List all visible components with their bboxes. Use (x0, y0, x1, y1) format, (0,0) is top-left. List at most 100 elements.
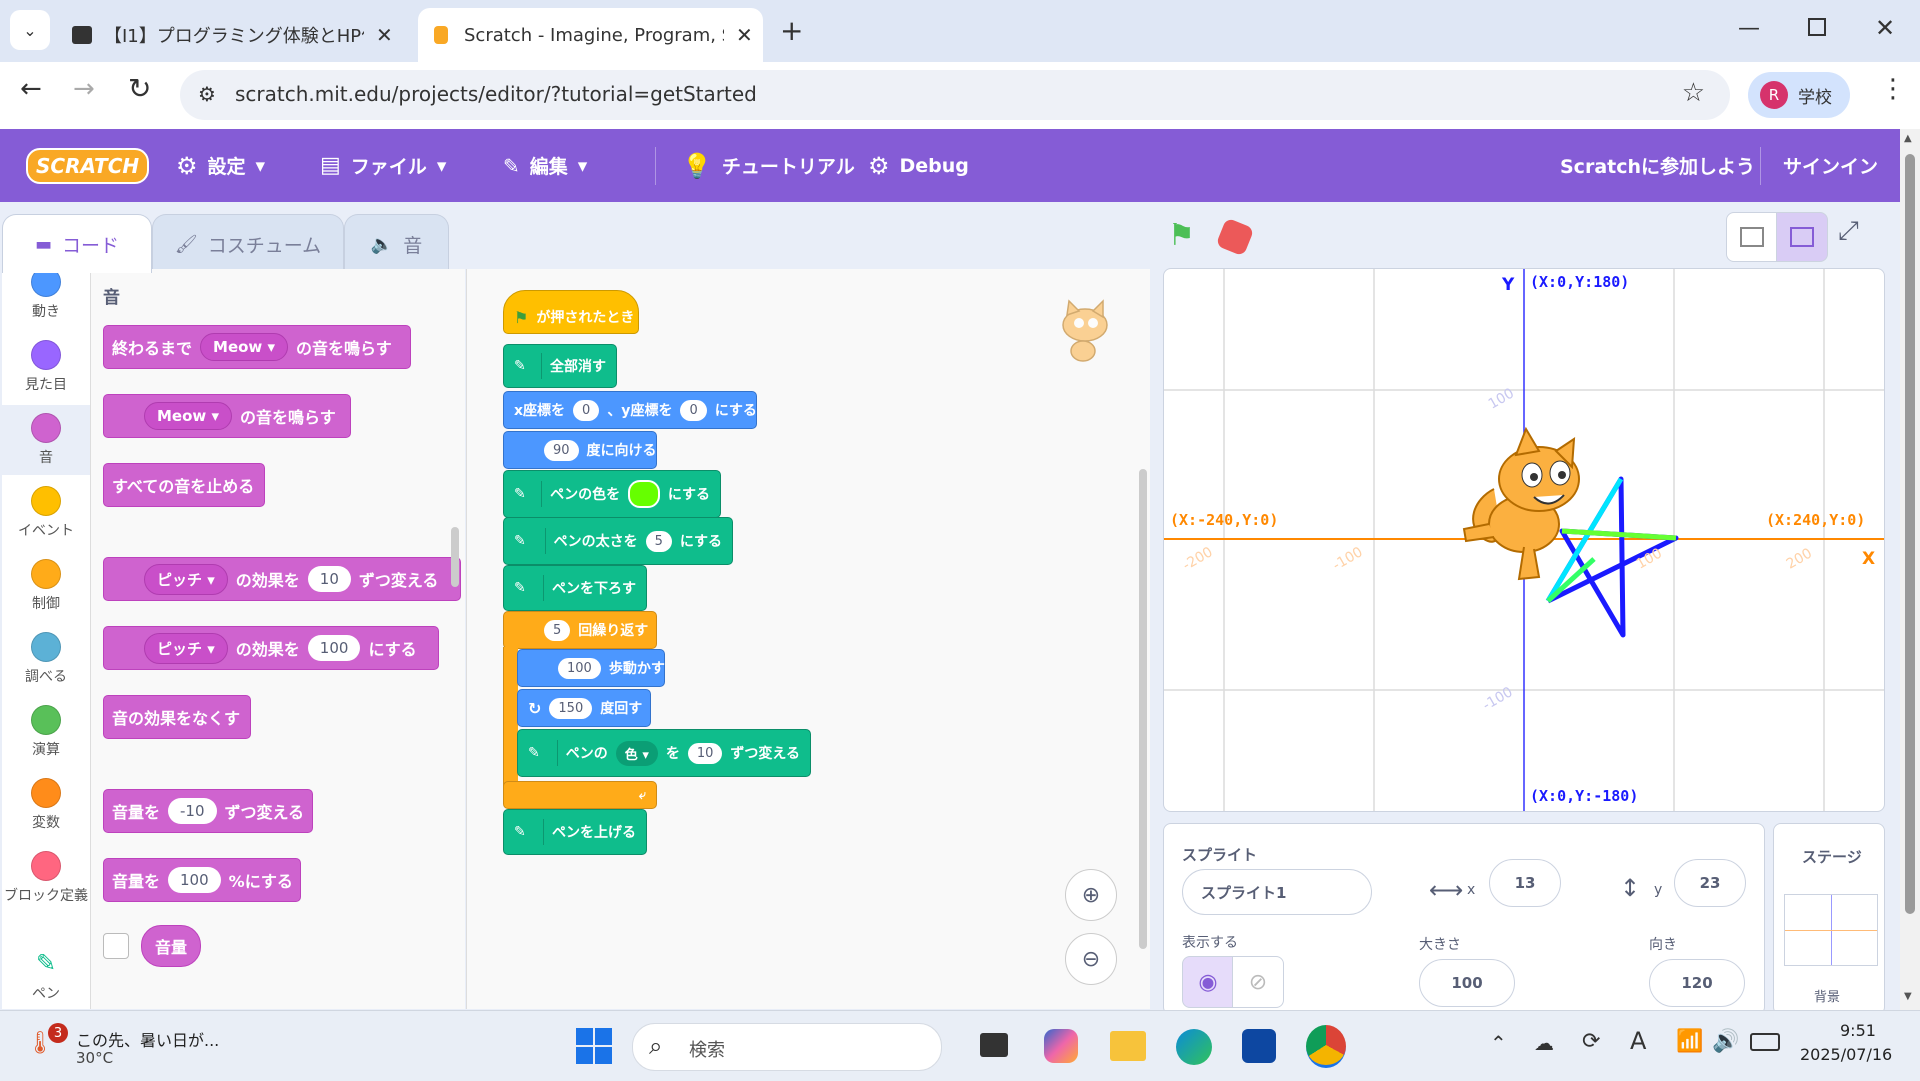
number-input[interactable]: -10 (168, 798, 217, 824)
browser-menu-icon[interactable]: ⋮ (1880, 74, 1906, 104)
volume-reporter-block[interactable]: 音量 (141, 925, 201, 967)
close-tab-icon[interactable]: ✕ (376, 23, 393, 47)
tab-code[interactable]: ▬ コード (2, 214, 152, 273)
weather-widget[interactable]: 🌡 3 この先、暑い日が... 30°C (26, 1023, 246, 1071)
category-variables[interactable]: 変数 (2, 778, 90, 832)
number-input[interactable]: 100 (168, 867, 221, 893)
task-view-icon[interactable] (980, 1033, 1008, 1057)
palette-scrollbar-thumb[interactable] (451, 527, 459, 587)
edge-icon[interactable] (1176, 1029, 1212, 1065)
show-hidden-icons[interactable]: ⌃ (1490, 1031, 1507, 1055)
change-effect-block[interactable]: ピッチ ▾ の効果を 10 ずつ変える (103, 557, 461, 601)
forward-button[interactable]: → (73, 74, 95, 104)
chrome-icon[interactable] (1306, 1025, 1346, 1068)
sound-dropdown[interactable]: Meow ▾ (200, 333, 289, 361)
scroll-down-arrow-icon[interactable]: ▼ (1904, 991, 1912, 1002)
pen-down-block[interactable]: ✎ ペンを下ろす (503, 565, 647, 611)
number-input[interactable]: 0 (680, 399, 707, 421)
number-input[interactable]: 5 (645, 530, 672, 552)
category-events[interactable]: イベント (2, 486, 90, 540)
small-stage-button[interactable] (1726, 212, 1778, 262)
browser-tab-1[interactable]: 【I1】プログラミング体験とHP作成実 ✕ (60, 8, 405, 62)
scroll-up-arrow-icon[interactable]: ▲ (1904, 133, 1912, 144)
number-input[interactable]: 10 (307, 566, 351, 592)
number-input[interactable]: 5 (544, 619, 571, 641)
category-sound[interactable]: 音 (2, 405, 90, 475)
set-pen-color-block[interactable]: ✎ ペンの色を にする (503, 470, 721, 518)
wifi-icon[interactable]: 📶 (1676, 1029, 1703, 1054)
close-window-button[interactable]: ✕ (1875, 14, 1895, 42)
back-button[interactable]: ← (20, 74, 42, 104)
change-volume-block[interactable]: 音量を -10 ずつ変える (103, 789, 313, 833)
bookmark-star-icon[interactable]: ☆ (1682, 78, 1705, 108)
size-input[interactable]: 100 (1419, 959, 1515, 1007)
restore-button[interactable] (1808, 18, 1826, 36)
when-flag-clicked-block[interactable]: ⚑ が押されたとき (503, 290, 639, 334)
debug-button[interactable]: ⚙ Debug (868, 129, 969, 202)
set-effect-block[interactable]: ピッチ ▾ の効果を 100 にする (103, 626, 439, 670)
fullscreen-button[interactable]: ⤢ (1838, 216, 1859, 247)
category-pen[interactable]: ✎ ペン (2, 949, 90, 1003)
taskbar-search[interactable]: ⌕ 検索 (632, 1023, 942, 1071)
volume-icon[interactable]: 🔊 (1712, 1029, 1739, 1054)
sprite-name-input[interactable]: スプライト1 (1182, 869, 1372, 915)
color-swatch[interactable] (628, 480, 660, 508)
clock-time[interactable]: 9:51 (1840, 1021, 1876, 1040)
number-input[interactable]: 0 (573, 399, 600, 421)
page-scrollbar[interactable]: ▲ ▼ (1900, 129, 1920, 1010)
scratch-logo[interactable]: SCRATCH (26, 129, 150, 202)
zoom-in-button[interactable]: ⊕ (1065, 869, 1117, 921)
edit-menu[interactable]: ✎ 編集 ▾ (503, 129, 587, 202)
join-scratch-link[interactable]: Scratchに参加しよう (1560, 129, 1755, 202)
point-in-direction-block[interactable]: 90 度に向ける (503, 431, 657, 469)
effect-dropdown[interactable]: ピッチ ▾ (144, 632, 228, 664)
large-stage-button[interactable] (1776, 212, 1828, 262)
volume-monitor-checkbox[interactable] (103, 933, 129, 959)
stop-button[interactable] (1215, 217, 1255, 257)
category-operators[interactable]: 演算 (2, 705, 90, 759)
store-icon[interactable] (1242, 1029, 1276, 1063)
tab-sounds[interactable]: 🔈 音 (344, 214, 449, 273)
number-input[interactable]: 90 (544, 439, 579, 461)
battery-icon[interactable] (1750, 1033, 1780, 1051)
ime-icon[interactable]: A (1630, 1027, 1646, 1055)
clock-date[interactable]: 2025/07/16 (1800, 1045, 1892, 1064)
number-input[interactable]: 100 (558, 657, 601, 679)
stage-selector-pane[interactable]: ステージ 背景 (1773, 823, 1885, 1015)
move-steps-block[interactable]: 100 歩動かす (517, 649, 665, 687)
stage-thumbnail[interactable] (1784, 894, 1878, 966)
sound-dropdown[interactable]: Meow ▾ (144, 402, 233, 430)
script-area[interactable]: ⚑ が押されたとき ✎ 全部消す x座標を 0 、y座標を 0 にする 90 度… (466, 269, 1150, 1009)
number-input[interactable]: 100 (307, 635, 361, 661)
pen-up-block[interactable]: ✎ ペンを上げる (503, 809, 647, 855)
tab-costumes[interactable]: 🖌 コスチューム (152, 214, 344, 273)
sync-icon[interactable]: ⟳ (1582, 1029, 1600, 1054)
set-pen-size-block[interactable]: ✎ ペンの太さを 5 にする (503, 517, 733, 565)
y-position-input[interactable]: 23 (1674, 859, 1746, 907)
stage-canvas[interactable]: Y (X:0,Y:180) (X:0,Y:-180) (X:-240,Y:0) … (1163, 268, 1885, 812)
close-tab-icon[interactable]: ✕ (736, 23, 753, 47)
play-sound-until-done-block[interactable]: 終わるまで Meow ▾ の音を鳴らす (103, 325, 411, 369)
number-input[interactable]: 150 (549, 697, 593, 719)
clear-sound-effects-block[interactable]: 音の効果をなくす (103, 695, 251, 739)
reload-button[interactable]: ↻ (128, 72, 151, 105)
tutorials-button[interactable]: 💡 チュートリアル (682, 129, 855, 202)
direction-input[interactable]: 120 (1649, 959, 1745, 1007)
file-explorer-icon[interactable] (1110, 1031, 1146, 1061)
stop-all-sounds-block[interactable]: すべての音を止める (103, 463, 265, 507)
minimize-button[interactable]: — (1738, 16, 1760, 41)
green-flag-button[interactable]: ⚑ (1168, 218, 1204, 254)
effect-dropdown[interactable]: ピッチ ▾ (144, 563, 228, 595)
zoom-out-button[interactable]: ⊖ (1065, 933, 1117, 985)
new-tab-button[interactable]: + (780, 14, 803, 47)
go-to-xy-block[interactable]: x座標を 0 、y座標を 0 にする (503, 391, 757, 429)
category-sensing[interactable]: 調べる (2, 632, 90, 686)
category-motion[interactable]: 動き (2, 267, 90, 321)
browser-tab-2[interactable]: Scratch - Imagine, Program, Sha ✕ (418, 8, 763, 62)
set-volume-block[interactable]: 音量を 100 %にする (103, 858, 301, 902)
number-input[interactable]: 10 (687, 742, 723, 764)
copilot-icon[interactable] (1044, 1029, 1078, 1063)
category-myblocks[interactable]: ブロック定義 (2, 851, 90, 905)
address-bar[interactable]: ⚙ scratch.mit.edu/projects/editor/?tutor… (180, 70, 1730, 120)
change-pen-color-block[interactable]: ✎ ペンの 色 ▾ を 10 ずつ変える (517, 729, 811, 777)
